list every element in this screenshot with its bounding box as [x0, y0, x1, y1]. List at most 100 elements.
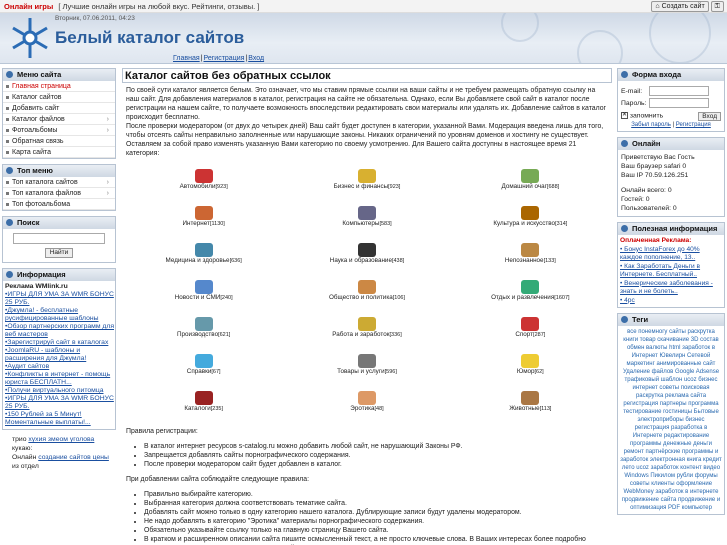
online-games-link[interactable]: Онлайн игры: [4, 2, 53, 11]
info-link[interactable]: •Обзор партнерских программ для веб маст…: [5, 323, 114, 338]
email-field[interactable]: [649, 86, 709, 96]
category-item[interactable]: Непознанное[133]: [449, 240, 612, 277]
remember-checkbox[interactable]: ✕: [621, 112, 628, 119]
category-item[interactable]: Компьютеры[583]: [285, 203, 448, 240]
nav-login[interactable]: Вход: [248, 55, 264, 62]
tag-cloud[interactable]: все понемногу сайты раскрутка книги това…: [618, 326, 724, 514]
key-icon: ⚿: [714, 3, 720, 10]
category-link[interactable]: Юмор: [517, 368, 535, 375]
category-link[interactable]: Интернет: [182, 220, 209, 227]
top-menu: Топ каталога сайтов › Топ каталога файлов…: [3, 177, 115, 210]
category-link[interactable]: Общество и политика: [329, 294, 393, 301]
menu-item-feedback[interactable]: Обратная связь: [3, 136, 115, 147]
search-button[interactable]: Найти: [44, 248, 74, 258]
bottom-link[interactable]: хухия змеом уголова: [28, 436, 94, 443]
category-link[interactable]: Автомобили: [180, 183, 216, 190]
login-icon-button[interactable]: ⚿: [710, 1, 724, 12]
category-link[interactable]: Новости и СМИ: [175, 294, 221, 301]
top-item-sites[interactable]: Топ каталога сайтов ›: [3, 177, 115, 188]
category-link[interactable]: Каталоги: [184, 405, 210, 412]
menu-item-files[interactable]: Каталог файлов ›: [3, 114, 115, 125]
category-item[interactable]: Домашний очаг[688]: [449, 166, 612, 203]
category-label: Новости и СМИ[240]: [122, 294, 285, 301]
useful-link[interactable]: • Венерические заболевания - знать и не …: [620, 280, 713, 296]
nav-home[interactable]: Главная: [173, 55, 200, 62]
main-content: Каталог сайтов без обратных ссылок По св…: [122, 68, 612, 545]
category-link[interactable]: Спорт: [515, 331, 533, 338]
category-label: Культура и искусство[314]: [449, 220, 612, 227]
info-link[interactable]: •Зарегистрируй сайт в каталогах: [5, 339, 108, 346]
site-menu: Главная страница Каталог сайтов Добавить…: [3, 81, 115, 158]
info-link[interactable]: •JoomlaRU - шаблоны и расширения для Джу…: [5, 347, 86, 362]
bottom-link[interactable]: создание сайтов цены: [38, 454, 109, 461]
category-item[interactable]: Производство[621]: [122, 314, 285, 351]
bottom-text: трио: [12, 436, 27, 443]
category-link[interactable]: Справки: [187, 368, 212, 375]
category-link[interactable]: Работа и заработок: [332, 331, 389, 338]
category-link[interactable]: Производство: [177, 331, 218, 338]
category-item[interactable]: Животные[113]: [449, 388, 612, 425]
header-decoration: [501, 13, 711, 63]
category-item[interactable]: Товары и услуги[596]: [285, 351, 448, 388]
category-link[interactable]: Товары и услуги: [337, 368, 385, 375]
menu-item-catalog[interactable]: Каталог сайтов: [3, 92, 115, 103]
category-icon: [521, 354, 540, 368]
category-item[interactable]: Наука и образование[438]: [285, 240, 448, 277]
snowflake-logo-icon: [12, 18, 48, 58]
category-link[interactable]: Компьютеры: [342, 220, 379, 227]
category-link[interactable]: Эротика: [350, 405, 374, 412]
category-link[interactable]: Животные: [509, 405, 539, 412]
category-icon: [521, 391, 540, 405]
category-item[interactable]: Справки[67]: [122, 351, 285, 388]
category-item[interactable]: Отдых и развлечения[1607]: [449, 277, 612, 314]
info-link[interactable]: •Получи виртуального питомца: [5, 387, 104, 394]
category-item[interactable]: Каталоги[235]: [122, 388, 285, 425]
category-item[interactable]: Медицина и здоровье[636]: [122, 240, 285, 277]
forgot-password-link[interactable]: Забыл пароль: [631, 122, 671, 128]
category-item[interactable]: Автомобили[923]: [122, 166, 285, 203]
category-item[interactable]: Новости и СМИ[240]: [122, 277, 285, 314]
info-links: Реклама WMlink.ru •ИГРЫ ДЛЯ УМА ЗА WMR Б…: [3, 281, 115, 429]
category-link[interactable]: Культура и искусство: [493, 220, 555, 227]
category-link[interactable]: Непознанное: [505, 257, 544, 264]
search-input[interactable]: [13, 233, 105, 244]
password-field[interactable]: [649, 98, 709, 108]
nav-register[interactable]: Регистрация: [203, 55, 244, 62]
info-link[interactable]: •ИГРЫ ДЛЯ УМА ЗА WMR БОНУС 25 РУБ.: [5, 291, 114, 306]
menu-item-sitemap[interactable]: Карта сайта: [3, 147, 115, 158]
info-link[interactable]: •ИГРЫ ДЛЯ УМА ЗА WMR БОНУС 25 РУБ.: [5, 395, 114, 410]
menu-item-files-label: Каталог файлов: [12, 116, 65, 123]
category-link[interactable]: Отдых и развлечения: [491, 294, 554, 301]
info-link[interactable]: •Джумла! - бесплатные русифицированные ш…: [5, 307, 99, 322]
category-link[interactable]: Домашний очаг: [501, 183, 546, 190]
info-link[interactable]: •Конфликты в интернет - помощь юриста БЕ…: [5, 371, 110, 386]
top-item-files[interactable]: Топ каталога файлов ›: [3, 188, 115, 199]
info-link[interactable]: •Аудит сайтов: [5, 363, 49, 370]
top-item-photos[interactable]: Топ фотоальбома: [3, 199, 115, 210]
create-site-button[interactable]: ⌂ Создать сайт: [651, 1, 709, 12]
useful-link[interactable]: • 4pc: [620, 297, 635, 304]
category-item[interactable]: Юмор[62]: [449, 351, 612, 388]
login-button[interactable]: Вход: [698, 112, 721, 121]
menu-item-home[interactable]: Главная страница: [3, 81, 115, 92]
category-item[interactable]: Эротика[48]: [285, 388, 448, 425]
menu-item-photos[interactable]: Фотоальбомы ›: [3, 125, 115, 136]
category-count: [596]: [384, 369, 397, 375]
category-link[interactable]: Бизнес и финансы: [334, 183, 389, 190]
category-item[interactable]: Интернет[1130]: [122, 203, 285, 240]
register-link[interactable]: Регистрация: [676, 122, 711, 128]
info-link[interactable]: •150 Рублей за 5 Минут! Моментальные вып…: [5, 411, 91, 426]
category-item[interactable]: Бизнес и финансы[923]: [285, 166, 448, 203]
rule-item: Запрещается добавлять сайты порнографиче…: [144, 451, 608, 460]
useful-link[interactable]: • Бонус InstaForex до 40% каждое пополне…: [620, 246, 700, 262]
category-item[interactable]: Общество и политика[106]: [285, 277, 448, 314]
category-item[interactable]: Спорт[287]: [449, 314, 612, 351]
category-label: Домашний очаг[688]: [449, 183, 612, 190]
category-item[interactable]: Работа и заработок[336]: [285, 314, 448, 351]
category-link[interactable]: Медицина и здоровье: [166, 257, 230, 264]
category-item[interactable]: Культура и искусство[314]: [449, 203, 612, 240]
category-label: Работа и заработок[336]: [285, 331, 448, 338]
category-link[interactable]: Наука и образование: [330, 257, 392, 264]
useful-link[interactable]: • Как Заработать Деньги в Интернете. Бес…: [620, 263, 700, 279]
menu-item-add-site[interactable]: Добавить сайт: [3, 103, 115, 114]
